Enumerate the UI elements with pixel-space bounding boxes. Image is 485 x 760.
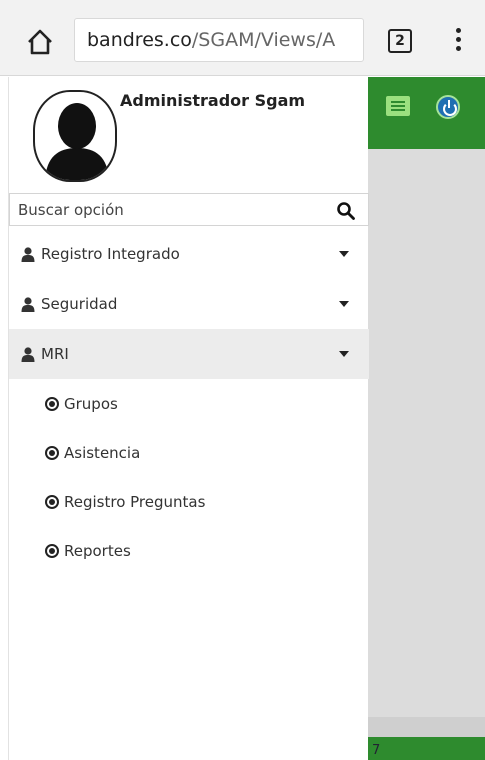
caret-down-icon [339,301,349,307]
user-icon [21,296,35,312]
radio-dot-icon [45,494,59,509]
app-scrollbar [368,717,485,737]
radio-dot-icon [45,445,59,460]
kebab-menu-icon[interactable] [453,28,463,54]
menu-item-seguridad[interactable]: Seguridad [9,279,369,329]
app-content [368,149,485,717]
user-icon [21,246,35,262]
user-name: Administrador Sgam [120,91,306,110]
url-path: /SGAM/Views/A [191,29,336,51]
message-list-icon[interactable] [386,96,410,116]
search-input[interactable] [10,194,330,225]
submenu-item-label: Registro Preguntas [64,492,206,511]
avatar [33,90,117,182]
drawer-menu: Registro Integrado Seguridad MRI Grupos … [9,229,369,575]
submenu-item-asistencia[interactable]: Asistencia [9,428,369,477]
home-icon[interactable] [26,28,54,56]
address-bar[interactable]: bandres.co/SGAM/Views/A [74,18,364,62]
screen: bandres.co/SGAM/Views/A 2 7 Administrado… [0,0,485,760]
caret-down-icon [339,251,349,257]
user-profile: Administrador Sgam [9,77,369,189]
menu-item-registro-integrado[interactable]: Registro Integrado [9,229,369,279]
submenu-item-label: Grupos [64,394,118,413]
submenu-item-label: Asistencia [64,443,141,462]
menu-item-label: Registro Integrado [41,245,180,263]
menu-item-mri[interactable]: MRI [9,329,369,379]
tab-switcher-button[interactable]: 2 [388,29,412,53]
user-silhouette-icon [45,103,109,180]
radio-dot-icon [45,543,59,558]
power-icon[interactable] [436,95,460,119]
submenu-item-reportes[interactable]: Reportes [9,526,369,575]
navigation-drawer: Administrador Sgam Registro Integrado Se… [8,77,369,760]
app-footer: 7 [368,737,485,760]
menu-item-label: MRI [41,345,69,363]
search-icon[interactable] [336,201,356,221]
radio-dot-icon [45,396,59,411]
submenu-item-label: Reportes [64,541,131,560]
menu-item-label: Seguridad [41,295,118,313]
browser-toolbar: bandres.co/SGAM/Views/A 2 [0,0,485,76]
submenu-item-grupos[interactable]: Grupos [9,379,369,428]
submenu-item-registro-preguntas[interactable]: Registro Preguntas [9,477,369,526]
search-box [9,193,369,226]
user-icon [21,346,35,362]
caret-down-icon [339,351,349,357]
url-domain: bandres.co [87,29,192,51]
